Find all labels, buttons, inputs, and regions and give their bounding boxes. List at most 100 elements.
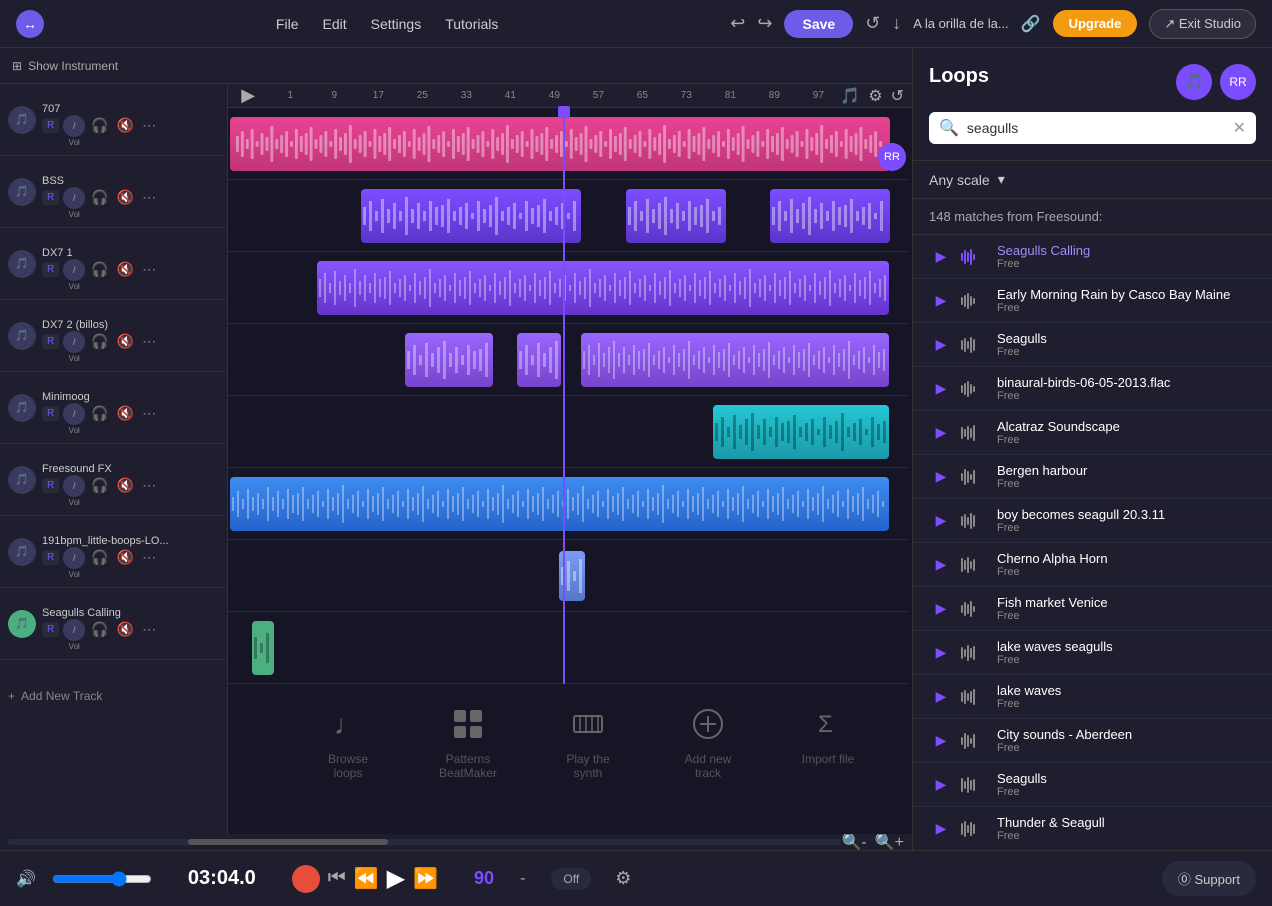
patterns-action[interactable]: Patterns BeatMaker <box>428 704 508 780</box>
volume-knob-dx71[interactable]: /Vol <box>63 259 85 281</box>
record-btn-191bpm[interactable]: R <box>42 550 59 565</box>
play-seagulls-calling-button[interactable]: ▶ <box>929 248 953 265</box>
record-btn-bss[interactable]: R <box>42 190 59 205</box>
browse-loops-action[interactable]: ♩ Browse loops <box>308 704 388 780</box>
loops-search-input[interactable] <box>967 120 1225 136</box>
mute-btn-dx71[interactable]: 🔇 <box>115 259 136 280</box>
play-lake-waves-button[interactable]: ▶ <box>929 688 953 705</box>
show-instrument-bar[interactable]: ⊞ Show Instrument <box>0 48 912 84</box>
mute-btn-minimoog[interactable]: 🔇 <box>115 403 136 424</box>
play-binaural-button[interactable]: ▶ <box>929 380 953 397</box>
clip-seagulls[interactable] <box>252 621 274 675</box>
track-icon-minimoog[interactable]: 🎵 <box>8 394 36 422</box>
loop-item-thunder[interactable]: ▶ Thunder & Seagull Free <box>913 807 1272 850</box>
headphone-btn-dx71[interactable]: 🎧 <box>89 259 110 280</box>
track-icon-191bpm[interactable]: 🎵 <box>8 538 36 566</box>
nav-file[interactable]: File <box>276 16 299 32</box>
more-btn-seagulls[interactable]: ⋯ <box>140 619 158 640</box>
scroll-right-icon[interactable]: ▶ <box>241 85 255 106</box>
mute-btn-bss[interactable]: 🔇 <box>115 187 136 208</box>
more-btn-707[interactable]: ⋯ <box>140 115 158 136</box>
volume-knob-minimoog[interactable]: /Vol <box>63 403 85 425</box>
volume-knob-bss[interactable]: /Vol <box>63 187 85 209</box>
music-mode-button[interactable]: 🎵 <box>1176 64 1212 100</box>
fast-forward-button[interactable]: ⏩ <box>413 866 438 891</box>
play-synth-action[interactable]: Play the synth <box>548 704 628 780</box>
loop-item-seagulls-calling[interactable]: ▶ Seagulls Calling Free <box>913 235 1272 279</box>
freesound-button[interactable]: RR <box>1220 64 1256 100</box>
play-lake-waves-seagulls-button[interactable]: ▶ <box>929 644 953 661</box>
play-button[interactable]: ▶ <box>387 864 405 893</box>
zoom-out-button[interactable]: 🔍- <box>841 832 866 852</box>
track-icon-freesound[interactable]: 🎵 <box>8 466 36 494</box>
clip-191bpm[interactable] <box>559 551 585 601</box>
restore-button[interactable]: ↺ <box>865 13 880 34</box>
record-btn-dx71[interactable]: R <box>42 262 59 277</box>
headphone-btn-freesound[interactable]: 🎧 <box>89 475 110 496</box>
loop-item-bergen[interactable]: ▶ Bergen harbour Free <box>913 455 1272 499</box>
headphone-btn-seagulls[interactable]: 🎧 <box>89 619 110 640</box>
clip-bss-2[interactable] <box>626 189 726 243</box>
track-icon-dx72[interactable]: 🎵 <box>8 322 36 350</box>
loop-item-city-sounds[interactable]: ▶ City sounds - Aberdeen Free <box>913 719 1272 763</box>
import-file-action[interactable]: Σ Import file <box>788 704 868 766</box>
record-btn-freesound[interactable]: R <box>42 478 59 493</box>
add-track-action[interactable]: Add new track <box>668 704 748 780</box>
mute-btn-dx72[interactable]: 🔇 <box>115 331 136 352</box>
play-seagulls2-button[interactable]: ▶ <box>929 776 953 793</box>
record-btn-dx72[interactable]: R <box>42 334 59 349</box>
play-cherno-button[interactable]: ▶ <box>929 556 953 573</box>
loop-item-early-morning[interactable]: ▶ Early Morning Rain by Casco Bay Maine … <box>913 279 1272 323</box>
download-button[interactable]: ↓ <box>892 13 901 34</box>
more-btn-191bpm[interactable]: ⋯ <box>140 547 158 568</box>
clip-bss-1[interactable] <box>361 189 581 243</box>
scrollbar-thumb[interactable] <box>188 839 388 845</box>
metronome-icon[interactable]: 🎵 <box>840 86 860 106</box>
loop-item-alcatraz[interactable]: ▶ Alcatraz Soundscape Free <box>913 411 1272 455</box>
volume-knob-191bpm[interactable]: /Vol <box>63 547 85 569</box>
tune-icon[interactable]: ⚙ <box>868 86 882 106</box>
play-fish-market-button[interactable]: ▶ <box>929 600 953 617</box>
clip-dx72-1[interactable] <box>405 333 493 387</box>
play-bergen-button[interactable]: ▶ <box>929 468 953 485</box>
headphone-btn-191bpm[interactable]: 🎧 <box>89 547 110 568</box>
loop-item-lake-waves[interactable]: ▶ lake waves Free <box>913 675 1272 719</box>
more-btn-dx72[interactable]: ⋯ <box>140 331 158 352</box>
loop-item-boy[interactable]: ▶ boy becomes seagull 20.3.11 Free <box>913 499 1272 543</box>
invite-friend-action[interactable]: Invite a friend <box>908 704 912 780</box>
clip-bss-3[interactable] <box>770 189 890 243</box>
play-early-morning-button[interactable]: ▶ <box>929 292 953 309</box>
save-button[interactable]: Save <box>784 10 853 38</box>
rewind-button[interactable]: ⏪ <box>354 866 379 891</box>
more-btn-dx71[interactable]: ⋯ <box>140 259 158 280</box>
volume-knob-seagulls[interactable]: /Vol <box>63 619 85 641</box>
play-alcatraz-button[interactable]: ▶ <box>929 424 953 441</box>
skip-back-button[interactable]: ⏮ <box>328 867 346 890</box>
timeline-area[interactable]: ▶ 1 9 17 25 33 41 49 57 65 73 81 89 97 <box>228 84 912 834</box>
track-icon-seagulls[interactable]: 🎵 <box>8 610 36 638</box>
loop-item-cherno[interactable]: ▶ Cherno Alpha Horn Free <box>913 543 1272 587</box>
nav-tutorials[interactable]: Tutorials <box>445 16 498 32</box>
clip-dx71[interactable] <box>317 261 889 315</box>
headphone-btn-707[interactable]: 🎧 <box>89 115 110 136</box>
upgrade-button[interactable]: Upgrade <box>1053 10 1138 37</box>
support-button[interactable]: ⓪ Support <box>1162 861 1256 896</box>
undo-button[interactable]: ↩ <box>730 13 745 34</box>
track-icon-707[interactable]: 🎵 <box>8 106 36 134</box>
logo-button[interactable]: ↔ <box>16 10 44 38</box>
headphone-btn-minimoog[interactable]: 🎧 <box>89 403 110 424</box>
clip-minimoog[interactable] <box>713 405 889 459</box>
volume-knob-707[interactable]: /Vol <box>63 115 85 137</box>
record-button[interactable] <box>292 865 320 893</box>
track-icon-bss[interactable]: 🎵 <box>8 178 36 206</box>
loop-item-binaural[interactable]: ▶ binaural-birds-06-05-2013.flac Free <box>913 367 1272 411</box>
exit-studio-button[interactable]: ↗ Exit Studio <box>1149 9 1256 39</box>
metronome-toggle[interactable]: Off <box>551 868 591 890</box>
add-track-row[interactable]: + Add New Track <box>0 660 227 732</box>
loop-item-seagulls[interactable]: ▶ Seagulls Free <box>913 323 1272 367</box>
loop-item-seagulls2[interactable]: ▶ Seagulls Free <box>913 763 1272 807</box>
clip-dx72-3[interactable] <box>581 333 889 387</box>
record-btn-707[interactable]: R <box>42 118 59 133</box>
headphone-btn-bss[interactable]: 🎧 <box>89 187 110 208</box>
clip-707-main[interactable]: // Generate waveform bars inline const b… <box>230 117 890 171</box>
